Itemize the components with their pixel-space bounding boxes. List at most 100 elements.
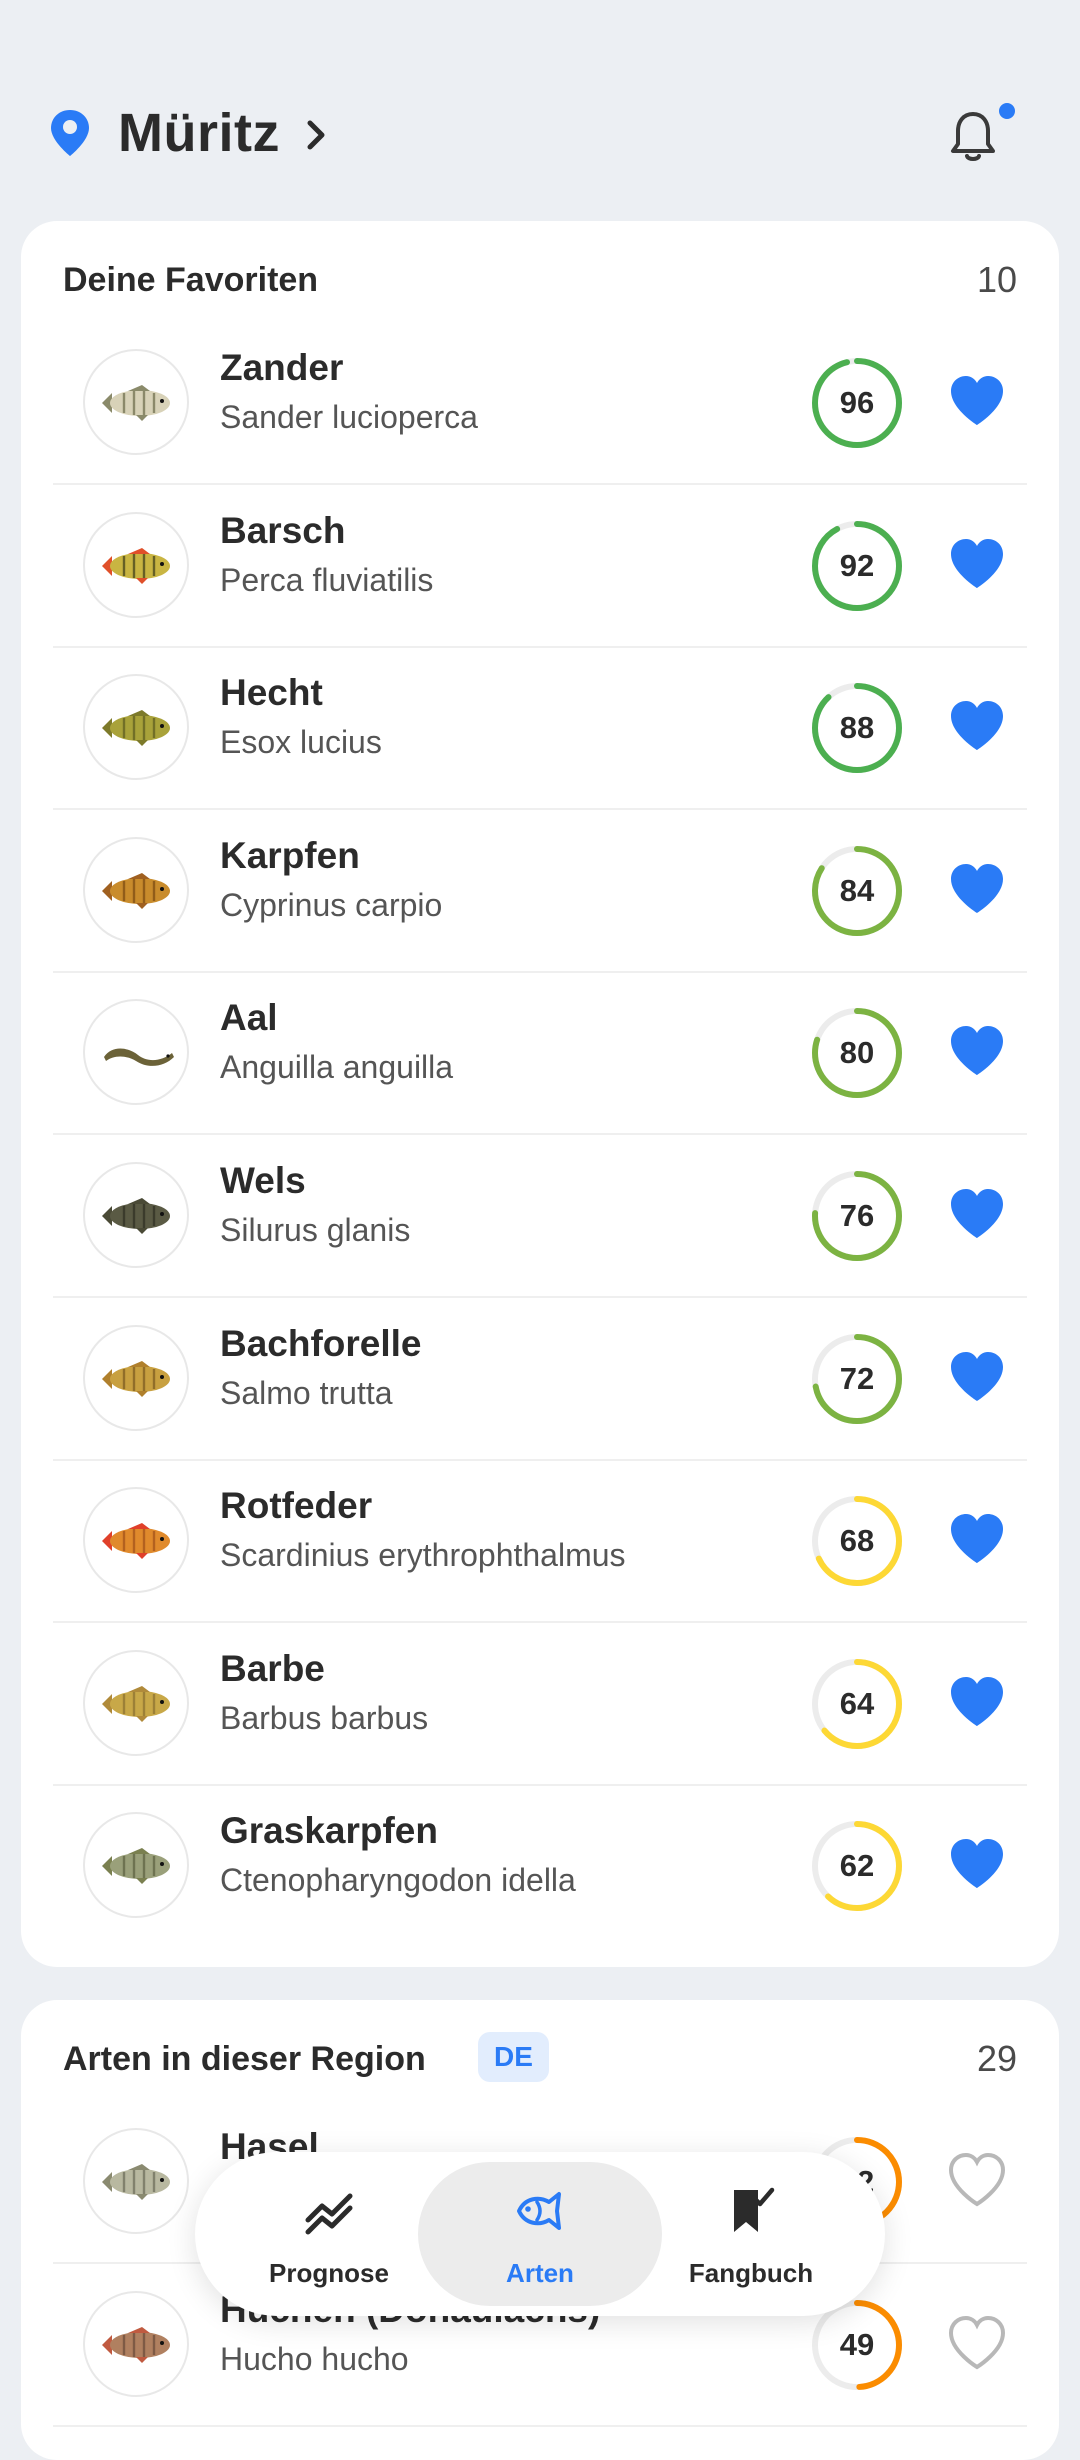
species-name: Zander: [220, 347, 344, 388]
fish-illustration-icon: [102, 1848, 170, 1885]
score-ring: 76: [809, 1168, 905, 1264]
logbook-flag-icon: [734, 2187, 775, 2232]
location-name[interactable]: Müritz: [118, 102, 280, 164]
score-value: 62: [839, 1848, 875, 1884]
species-row[interactable]: Rotfeder Scardinius erythrophthalmus 68: [53, 1461, 1027, 1624]
nav-label-arten: Arten: [506, 2258, 574, 2288]
favorites-title: Deine Favoriten: [63, 261, 319, 299]
fish-illustration-icon: [102, 385, 170, 421]
heart-filled-icon[interactable]: [947, 1836, 1007, 1892]
chevron-right-icon[interactable]: [302, 118, 330, 152]
heart-filled-icon[interactable]: [947, 1023, 1007, 1079]
heart-filled-icon[interactable]: [947, 861, 1007, 917]
fish-illustration-icon: [104, 1048, 174, 1067]
bottom-nav: Prognose Arten Fangbuch: [195, 2152, 885, 2316]
heart-filled-icon[interactable]: [947, 1674, 1007, 1730]
nav-label-fangbuch: Fangbuch: [688, 2258, 814, 2288]
species-name: Karpfen: [220, 834, 360, 876]
score-ring: 80: [809, 1005, 905, 1101]
species-row[interactable]: Wels Silurus glanis 76: [53, 1136, 1027, 1298]
score-value: 84: [839, 872, 875, 908]
species-avatar: [83, 349, 189, 455]
species-name: Rotfeder: [220, 1485, 373, 1527]
score-ring: 64: [809, 1656, 905, 1752]
fish-illustration-icon: [102, 872, 170, 909]
heart-outline-icon[interactable]: [947, 2152, 1007, 2208]
fish-illustration-icon: [102, 1360, 170, 1397]
species-name: Barsch: [220, 509, 346, 551]
heart-outline-icon[interactable]: [947, 2315, 1007, 2371]
nav-item-fangbuch[interactable]: Fangbuch: [629, 2162, 873, 2306]
species-avatar: [83, 1162, 189, 1268]
species-row[interactable]: Karpfen Cyprinus carpio 84: [53, 811, 1027, 973]
nav-label-prognose: Prognose: [269, 2258, 389, 2288]
heart-filled-icon[interactable]: [947, 1511, 1007, 1567]
bell-icon[interactable]: [948, 108, 998, 164]
species-avatar: [83, 1649, 189, 1756]
region-title: Arten in dieser Region: [63, 2040, 426, 2078]
trend-chart-icon: [305, 2193, 353, 2235]
fish-illustration-icon: [102, 2164, 170, 2200]
heart-filled-icon[interactable]: [947, 1349, 1007, 1405]
score-value: 88: [839, 710, 875, 746]
species-avatar: [83, 1324, 189, 1431]
species-row[interactable]: Aal Anguilla anguilla 80: [53, 973, 1027, 1136]
score-ring: 96: [809, 355, 905, 451]
species-name: Aal: [220, 997, 278, 1039]
favorites-card: Deine Favoriten 10 Zander Sander lucioper…: [21, 221, 1059, 1967]
species-avatar: [83, 836, 189, 943]
heart-filled-icon[interactable]: [947, 698, 1007, 754]
fish-illustration-icon: [102, 710, 170, 747]
species-row[interactable]: Zander Sander lucioperca 96: [53, 323, 1027, 485]
score-ring: 92: [809, 518, 905, 614]
species-row[interactable]: Bachforelle Salmo trutta 72: [53, 1299, 1027, 1461]
species-name: Barbe: [220, 1647, 325, 1689]
fish-illustration-icon: [102, 1523, 170, 1560]
row-divider: [53, 2425, 1027, 2427]
fish-icon: [517, 2192, 561, 2230]
species-name: Wels: [220, 1160, 306, 1201]
species-name: Hecht: [220, 672, 323, 714]
score-value: 92: [839, 547, 875, 583]
heart-filled-icon[interactable]: [947, 536, 1007, 592]
species-avatar: [83, 1487, 189, 1594]
species-scientific-name: Esox lucius: [220, 724, 382, 761]
species-scientific-name: Sander lucioperca: [220, 399, 478, 435]
fish-illustration-icon: [102, 547, 170, 584]
score-ring: 68: [809, 1493, 905, 1589]
species-avatar: [83, 1812, 189, 1919]
species-scientific-name: Silurus glanis: [220, 1212, 411, 1248]
favorites-count: 10: [976, 259, 1017, 300]
species-avatar: [83, 2291, 189, 2397]
species-name: Bachforelle: [220, 1322, 422, 1364]
nav-item-arten[interactable]: Arten: [418, 2162, 662, 2306]
score-ring: 88: [809, 680, 905, 776]
heart-filled-icon[interactable]: [947, 373, 1007, 429]
score-ring: 72: [809, 1331, 905, 1427]
fish-illustration-icon: [102, 1198, 170, 1234]
species-row[interactable]: Barsch Perca fluviatilis 92: [53, 486, 1027, 648]
nav-item-prognose[interactable]: Prognose: [207, 2162, 451, 2306]
heart-filled-icon[interactable]: [947, 1186, 1007, 1242]
species-scientific-name: Cyprinus carpio: [220, 886, 443, 923]
score-value: 96: [839, 385, 875, 420]
region-count: 29: [976, 2038, 1017, 2079]
species-row[interactable]: Barbe Barbus barbus 64: [53, 1624, 1027, 1786]
score-ring: 62: [809, 1818, 905, 1914]
score-value: 76: [839, 1198, 875, 1233]
species-avatar: [83, 511, 189, 618]
species-scientific-name: Ctenopharyngodon idella: [220, 1862, 576, 1899]
notification-dot: [996, 100, 1018, 122]
location-pin-icon[interactable]: [48, 108, 92, 158]
species-scientific-name: Anguilla anguilla: [220, 1049, 454, 1086]
species-scientific-name: Hucho hucho: [220, 2341, 409, 2377]
header: Müritz: [0, 0, 1080, 220]
species-scientific-name: Scardinius erythrophthalmus: [220, 1537, 626, 1574]
score-value: 64: [839, 1685, 875, 1721]
region-badge: DE: [478, 2032, 549, 2082]
fish-illustration-icon: [102, 1685, 170, 1722]
species-row[interactable]: Hecht Esox lucius 88: [53, 648, 1027, 811]
species-name: Graskarpfen: [220, 1810, 438, 1852]
species-row[interactable]: Graskarpfen Ctenopharyngodon idella 62: [53, 1786, 1027, 1948]
species-scientific-name: Perca fluviatilis: [220, 561, 434, 598]
